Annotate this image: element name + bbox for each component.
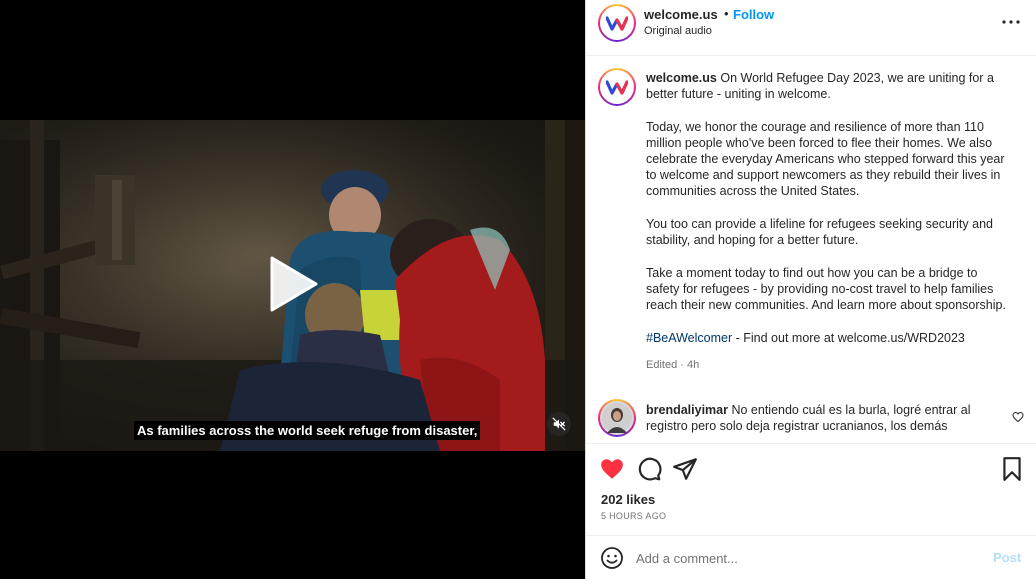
play-icon[interactable]	[262, 254, 322, 314]
hashtag-link[interactable]: #BeAWelcomer	[646, 331, 732, 345]
heart-filled-icon[interactable]	[599, 456, 625, 482]
edited-timestamp: Edited · 4h	[646, 359, 700, 371]
video-player[interactable]: As families across the world seek refuge…	[0, 0, 585, 579]
header-separator: •	[724, 6, 729, 21]
like-comment-heart-icon[interactable]	[1012, 411, 1024, 426]
bookmark-icon[interactable]	[999, 456, 1025, 482]
welcome-logo-icon	[606, 80, 628, 95]
caption-scroll-area[interactable]: welcome.us On World Refugee Day 2023, we…	[586, 56, 1036, 443]
post-actions: 202 likes 5 HOURS AGO	[586, 443, 1036, 535]
post-header: welcome.us • Follow Original audio	[586, 0, 1036, 56]
emoji-icon[interactable]	[600, 546, 624, 570]
likes-count[interactable]: 202 likes	[601, 492, 655, 507]
more-options-icon[interactable]	[999, 14, 1023, 30]
comment-text: brendaliyimar No entiendo cuál es la bur…	[646, 402, 1006, 434]
avatar[interactable]	[598, 4, 636, 42]
commenter-username[interactable]: brendaliyimar	[646, 403, 728, 417]
muted-speaker-icon[interactable]	[547, 412, 571, 436]
profile-photo-icon	[602, 403, 632, 433]
video-subtitle: As families across the world seek refuge…	[134, 421, 481, 440]
share-icon[interactable]	[672, 456, 698, 482]
post-caption: welcome.us On World Refugee Day 2023, we…	[646, 70, 1008, 373]
welcome-logo-icon	[606, 16, 628, 31]
caption-link-text: - Find out more at welcome.us/WRD2023	[732, 331, 965, 345]
add-comment-bar: Post	[586, 535, 1036, 579]
caption-avatar[interactable]	[598, 68, 636, 106]
comment-input[interactable]	[636, 547, 976, 569]
comment-icon[interactable]	[636, 456, 662, 482]
post-timestamp: 5 HOURS AGO	[601, 511, 667, 521]
commenter-avatar[interactable]	[598, 399, 636, 437]
original-audio-link[interactable]: Original audio	[644, 25, 712, 37]
follow-button[interactable]: Follow	[733, 7, 774, 22]
post-comment-button[interactable]: Post	[993, 550, 1021, 565]
caption-paragraph: You too can provide a lifeline for refug…	[646, 217, 993, 247]
caption-username[interactable]: welcome.us	[646, 71, 717, 85]
caption-paragraph: Today, we honor the courage and resilien…	[646, 120, 1005, 198]
caption-paragraph: Take a moment today to find out how you …	[646, 266, 1006, 312]
header-username[interactable]: welcome.us	[644, 7, 718, 22]
post-panel: welcome.us • Follow Original audio welco…	[585, 0, 1036, 579]
